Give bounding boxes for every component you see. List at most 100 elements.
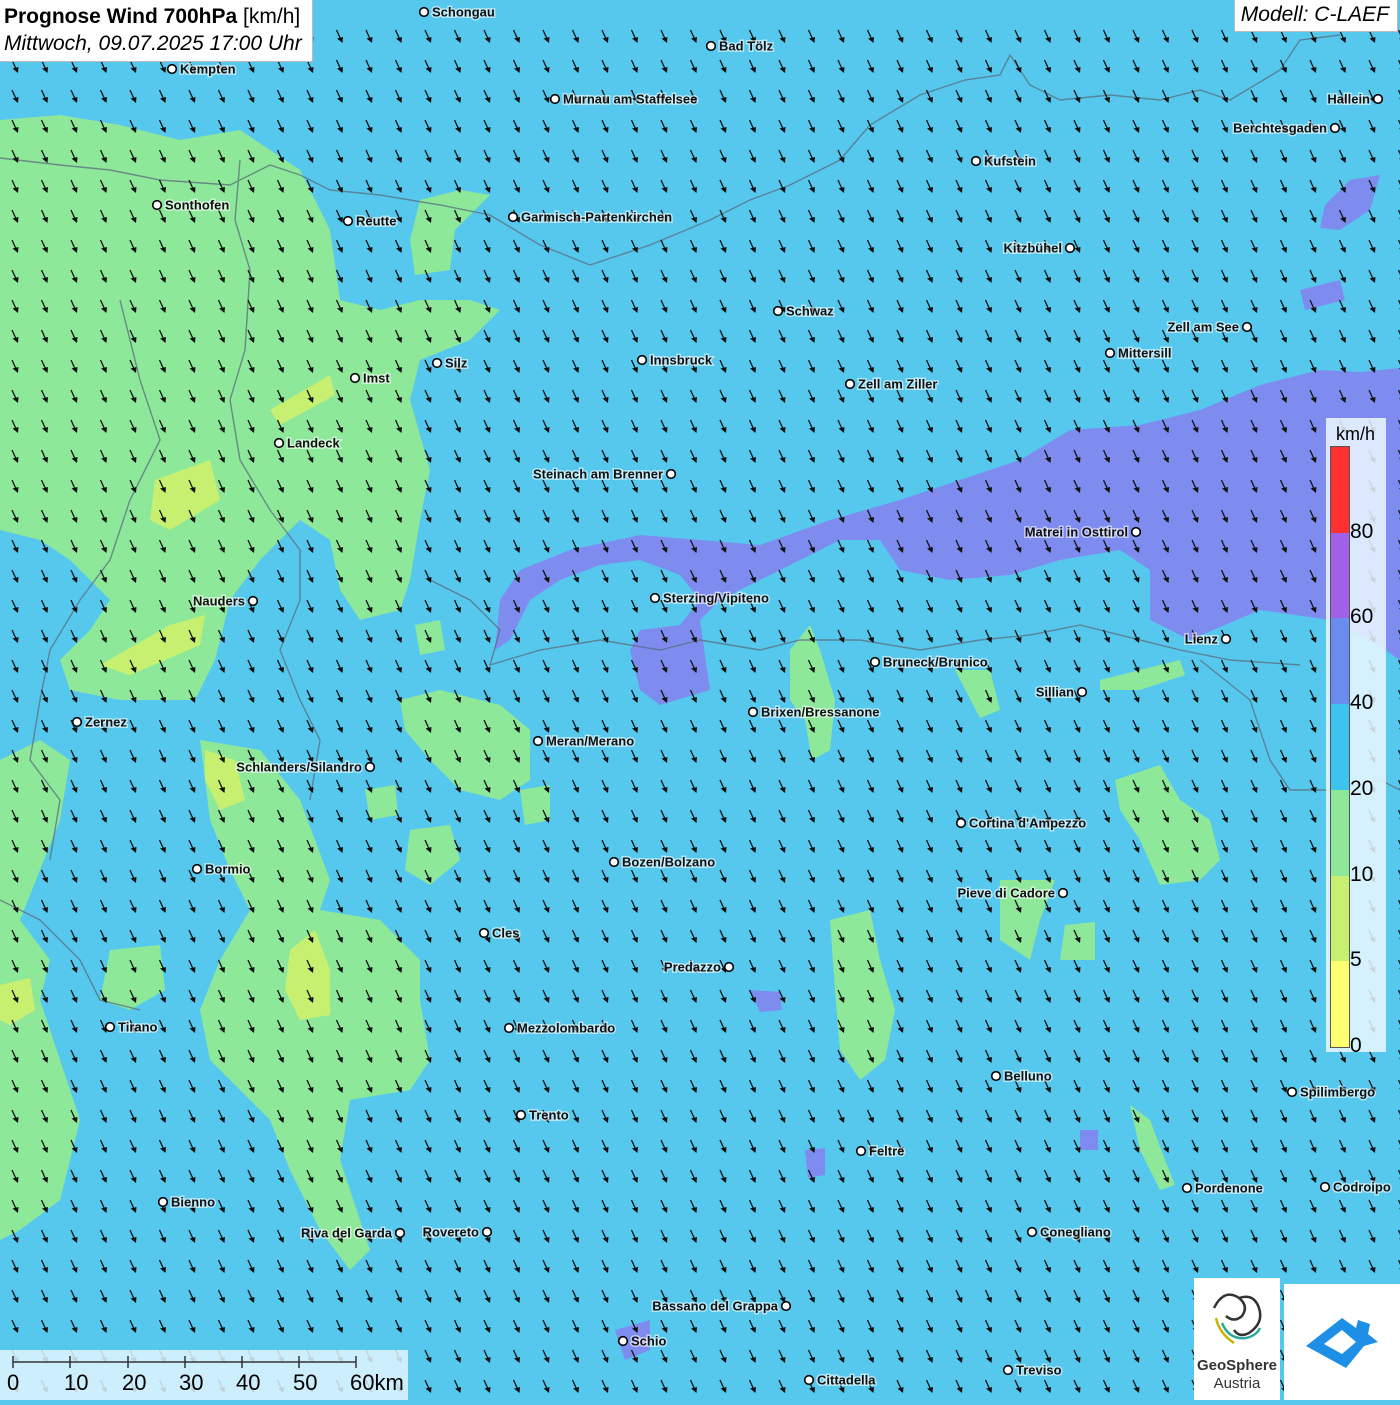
city-label: Bruneck/Brunico — [883, 655, 988, 670]
city-dot — [1222, 635, 1231, 644]
city-label: Zell am Ziller — [858, 377, 937, 392]
legend-segment — [1331, 618, 1349, 704]
city-dot — [106, 1023, 115, 1032]
city-label: Conegliano — [1040, 1225, 1111, 1240]
city-label: Berchtesgaden — [1233, 121, 1327, 136]
city-marker: Bassano del Grappa — [652, 1299, 790, 1314]
title-box: Prognose Wind 700hPa [km/h] Mittwoch, 09… — [0, 0, 313, 62]
city-label: Hallein — [1327, 92, 1370, 107]
city-label: Steinach am Brenner — [533, 467, 663, 482]
map-title-unit: [km/h] — [243, 5, 300, 28]
city-label: Silz — [445, 356, 468, 371]
city-dot — [159, 1198, 168, 1207]
city-label: Spilimbergo — [1300, 1085, 1375, 1100]
city-dot — [805, 1376, 814, 1385]
forecast-datetime: Mittwoch, 09.07.2025 17:00 Uhr — [4, 30, 302, 57]
wind-zone-40-60-small2 — [805, 1148, 825, 1178]
city-dot — [871, 658, 880, 667]
city-dot — [1028, 1228, 1037, 1237]
city-label: Cittadella — [817, 1373, 876, 1388]
app-logo — [1284, 1284, 1400, 1400]
city-dot — [153, 201, 162, 210]
city-marker: Berchtesgaden — [1233, 121, 1339, 136]
legend-tick-label: 0 — [1350, 1034, 1362, 1058]
city-dot — [846, 380, 855, 389]
city-marker: Mezzolombardo — [505, 1021, 616, 1036]
legend-tick-label: 80 — [1350, 520, 1373, 544]
city-label: Cortina d'Ampezzo — [969, 816, 1086, 831]
city-dot — [73, 718, 82, 727]
legend-tick-label: 10 — [1350, 863, 1373, 887]
city-dot — [483, 1228, 492, 1237]
city-label: Rovereto — [423, 1225, 479, 1240]
city-dot — [275, 439, 284, 448]
city-dot — [1288, 1088, 1297, 1097]
city-label: Zernez — [85, 715, 127, 730]
city-label: Bad Tölz — [719, 39, 774, 54]
city-label: Brixen/Bressanone — [761, 705, 880, 720]
city-dot — [1132, 528, 1141, 537]
city-label: Trento — [529, 1108, 569, 1123]
geosphere-name: GeoSphere — [1194, 1357, 1280, 1374]
city-dot — [667, 470, 676, 479]
city-marker: Steinach am Brenner — [533, 467, 675, 482]
legend-segment — [1331, 704, 1349, 790]
city-label: Sonthofen — [165, 198, 229, 213]
city-dot — [366, 763, 375, 772]
city-marker: Pieve di Cadore — [957, 886, 1067, 901]
city-label: Codroipo — [1333, 1180, 1391, 1195]
city-dot — [534, 737, 543, 746]
legend-segment — [1331, 961, 1349, 1047]
city-label: Kitzbühel — [1004, 241, 1063, 256]
geosphere-logo-icon — [1194, 1278, 1280, 1358]
city-label: Sterzing/Vipiteno — [663, 591, 769, 606]
city-marker: Cortina d'Ampezzo — [957, 816, 1087, 831]
city-label: Matrei in Osttirol — [1025, 525, 1128, 540]
city-dot — [725, 963, 734, 972]
city-label: Sillian — [1036, 685, 1074, 700]
city-dot — [957, 819, 966, 828]
city-dot — [344, 217, 353, 226]
city-dot — [249, 597, 258, 606]
city-dot — [396, 1229, 405, 1238]
city-dot — [351, 374, 360, 383]
city-marker: Murnau am Staffelsee — [551, 92, 698, 107]
legend-unit: km/h — [1336, 424, 1375, 445]
city-marker: Zell am See — [1167, 320, 1251, 335]
city-dot — [972, 157, 981, 166]
city-dot — [168, 65, 177, 74]
city-label: Bienno — [171, 1195, 215, 1210]
city-dot — [749, 708, 758, 717]
legend-segment — [1331, 790, 1349, 876]
map-title: Prognose Wind 700hPa [km/h] — [4, 3, 302, 30]
weather-app-logo-icon — [1284, 1284, 1400, 1400]
city-dot — [1374, 95, 1383, 104]
city-label: Belluno — [1004, 1069, 1052, 1084]
city-dot — [1321, 1183, 1330, 1192]
city-label: Nauders — [193, 594, 245, 609]
legend-tick-label: 60 — [1350, 605, 1373, 629]
city-label: Reutte — [356, 214, 396, 229]
wind-zone-10-20-cadore2 — [1060, 922, 1095, 960]
city-label: Riva del Garda — [301, 1226, 393, 1241]
legend-color-bar — [1330, 446, 1350, 1048]
geosphere-logo: GeoSphere Austria — [1194, 1278, 1280, 1400]
city-dot — [551, 95, 560, 104]
scale-bar-label: 20 — [122, 1370, 146, 1396]
city-dot — [1106, 349, 1115, 358]
city-label: Schio — [631, 1334, 666, 1349]
city-dot — [509, 213, 518, 222]
city-label: Murnau am Staffelsee — [563, 92, 697, 107]
city-label: Mezzolombardo — [517, 1021, 615, 1036]
city-marker: Brixen/Bressanone — [749, 705, 880, 720]
city-label: Lienz — [1185, 632, 1219, 647]
city-label: Schwaz — [786, 304, 834, 319]
city-label: Innsbruck — [650, 353, 713, 368]
city-dot — [1331, 124, 1340, 133]
city-label: Imst — [363, 371, 390, 386]
city-dot — [1243, 323, 1252, 332]
city-marker: Sonthofen — [153, 198, 230, 213]
scale-bar-label: 60km — [350, 1370, 404, 1396]
city-dot — [619, 1337, 628, 1346]
city-label: Garmisch-Partenkirchen — [521, 210, 672, 225]
